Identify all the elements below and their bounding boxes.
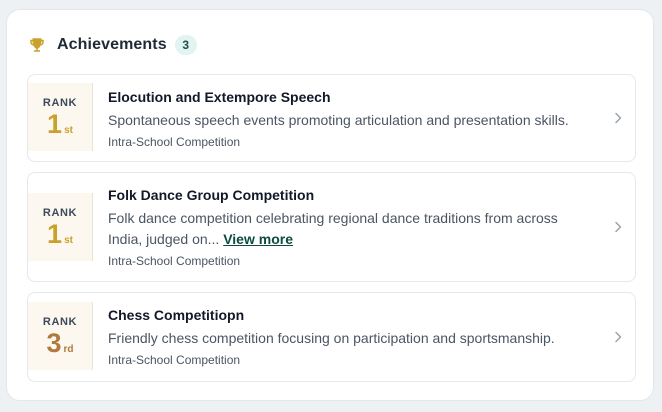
achievement-title: Folk Dance Group Competition bbox=[108, 187, 315, 203]
achievement-title: Chess Competitiopn bbox=[108, 307, 245, 323]
view-more-link[interactable]: View more bbox=[223, 231, 293, 247]
rank-value: 1 st bbox=[47, 220, 73, 248]
achievements-card: Achievements 3 RANK 1 st Elocution and E… bbox=[6, 9, 654, 401]
rank-number: 1 bbox=[47, 218, 63, 249]
achievement-title: Elocution and Extempore Speech bbox=[108, 89, 331, 105]
count-badge: 3 bbox=[174, 35, 197, 55]
rank-suffix: rd bbox=[63, 343, 74, 355]
chevron-right-icon[interactable] bbox=[613, 330, 623, 344]
achievement-content: Folk Dance Group Competition Folk dance … bbox=[108, 186, 595, 269]
rank-label: RANK bbox=[42, 315, 78, 328]
achievement-type: Intra-School Competition bbox=[108, 135, 241, 149]
achievement-type: Intra-School Competition bbox=[108, 254, 241, 268]
rank-badge: RANK 3 rd bbox=[28, 302, 93, 370]
chevron-right-icon[interactable] bbox=[613, 220, 623, 234]
page-title: Achievements bbox=[57, 36, 167, 53]
rank-suffix: st bbox=[64, 234, 73, 246]
achievement-item[interactable]: RANK 1 st Elocution and Extempore Speech… bbox=[27, 74, 636, 162]
rank-badge: RANK 1 st bbox=[28, 193, 93, 261]
rank-value: 1 st bbox=[47, 110, 73, 138]
achievements-header: Achievements 3 bbox=[27, 32, 197, 58]
achievement-description: Friendly chess competition focusing on p… bbox=[108, 330, 555, 346]
chevron-right-icon[interactable] bbox=[613, 111, 623, 125]
rank-label: RANK bbox=[42, 206, 78, 219]
achievement-description: Folk dance competition celebrating regio… bbox=[108, 210, 558, 247]
rank-value: 3 rd bbox=[46, 329, 73, 357]
trophy-icon bbox=[27, 35, 47, 55]
achievement-content: Elocution and Extempore Speech Spontaneo… bbox=[108, 88, 595, 150]
rank-badge: RANK 1 st bbox=[28, 83, 93, 151]
rank-suffix: st bbox=[64, 124, 73, 136]
rank-number: 3 bbox=[46, 327, 62, 358]
achievement-content: Chess Competitiopn Friendly chess compet… bbox=[108, 306, 595, 368]
rank-number: 1 bbox=[47, 108, 63, 139]
achievement-type: Intra-School Competition bbox=[108, 353, 241, 367]
achievement-item[interactable]: RANK 3 rd Chess Competitiopn Friendly ch… bbox=[27, 292, 636, 382]
achievement-description: Spontaneous speech events promoting arti… bbox=[108, 112, 569, 128]
rank-label: RANK bbox=[42, 96, 78, 109]
achievement-item[interactable]: RANK 1 st Folk Dance Group Competition F… bbox=[27, 172, 636, 282]
achievement-description-block: Folk dance competition celebrating regio… bbox=[108, 208, 595, 250]
